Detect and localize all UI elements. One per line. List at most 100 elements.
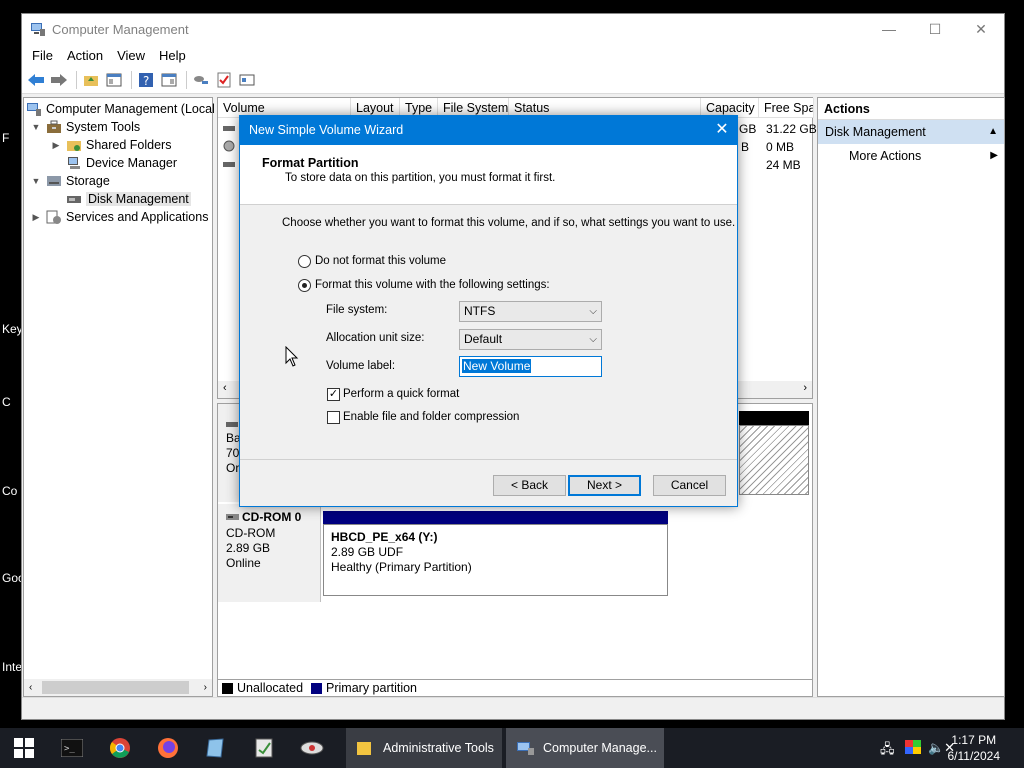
format-label[interactable]: Format this volume with the following se… [315,279,550,291]
file-system-value: NTFS [464,304,496,318]
help-icon[interactable]: ? [136,70,156,90]
svg-text:?: ? [143,74,149,88]
chrome-icon[interactable] [96,728,144,768]
next-button[interactable]: Next > [568,475,641,496]
scroll-right-icon[interactable]: › [803,382,807,394]
back-arrow-icon[interactable] [26,70,46,90]
tree-item-system-tools[interactable]: ▼ System Tools [30,118,141,136]
chevron-down-icon[interactable]: ▼ [30,176,42,186]
menu-view[interactable]: View [110,48,152,63]
format-radio[interactable] [298,279,311,292]
chevron-right-icon[interactable]: ▶ [50,140,62,151]
chevron-down-icon: ⌵ [589,306,597,317]
taskbar-app-computer-management[interactable]: Computer Manage... [506,728,664,768]
command-prompt-icon[interactable]: >_ [48,728,96,768]
tree-label: Device Manager [86,156,178,170]
dialog-title-bar[interactable]: New Simple Volume Wizard ✕ [240,116,737,145]
taskbar-app-administrative-tools[interactable]: Administrative Tools [346,728,502,768]
status-bar [22,697,1004,719]
back-button[interactable]: < Back [493,475,566,496]
properties-icon[interactable] [159,70,179,90]
cancel-button[interactable]: Cancel [653,475,726,496]
capacity-cell: B [741,140,750,154]
chevron-down-icon[interactable]: ▼ [30,122,42,132]
system-clock[interactable]: 1:17 PM 6/11/2024 [948,732,1001,764]
cdrom-partition[interactable]: HBCD_PE_x64 (Y:) 2.89 GB UDF Healthy (Pr… [323,524,668,596]
tree-horizontal-scrollbar[interactable]: ‹ › [24,679,212,696]
unallocated-region[interactable] [739,425,809,495]
volume-label-input[interactable]: New Volume [459,356,602,377]
compression-checkbox[interactable] [327,411,340,424]
up-folder-icon[interactable] [81,70,101,90]
submenu-arrow-icon: ▶ [990,150,998,161]
cdrom-type: CD-ROM [226,526,276,540]
scroll-right-icon[interactable]: › [204,682,207,693]
clock-date: 6/11/2024 [947,749,1001,763]
app-label: Computer Manage... [543,741,657,755]
more-actions[interactable]: More Actions ▶ [818,144,1004,168]
free-space-cell: 31.22 GB [766,122,817,136]
tree-item-root[interactable]: Computer Management (Local [26,100,215,118]
scroll-left-icon[interactable]: ‹ [223,382,227,394]
tree-item-storage[interactable]: ▼ Storage [30,172,110,190]
task-list-icon[interactable] [240,728,288,768]
display-tray-icon[interactable] [905,740,921,757]
tree-item-services[interactable]: ▶ Services and Applications [30,208,208,226]
volume-drive-icon [223,122,235,136]
tree-label: Disk Management [86,192,191,206]
volume-label-value: New Volume [462,359,532,373]
primary-partition-bar [323,511,668,524]
dialog-body: Choose whether you want to format this v… [240,205,737,460]
menu-help[interactable]: Help [152,48,193,63]
file-system-dropdown[interactable]: NTFS ⌵ [459,301,602,322]
partition-status: Healthy (Primary Partition) [331,560,472,574]
close-button[interactable]: ✕ [958,14,1004,44]
forward-arrow-icon[interactable] [49,70,69,90]
svg-text:>_: >_ [64,744,75,754]
actions-section-disk-management[interactable]: Disk Management ▲ [818,120,1004,144]
tree-item-device-manager[interactable]: Device Manager [50,154,177,172]
maximize-button[interactable]: ☐ [912,14,958,44]
network-tray-icon[interactable]: 🖧 [880,740,895,762]
partition-size: 2.89 GB UDF [331,545,404,559]
allocation-size-dropdown[interactable]: Default ⌵ [459,329,602,350]
storage-icon [46,173,62,189]
minimize-button[interactable]: — [866,14,912,44]
disk0-icon [226,418,238,432]
network-tool-icon[interactable] [288,728,336,768]
tree-item-disk-management[interactable]: Disk Management [50,190,191,208]
cdrom-label[interactable]: CD-ROM 0 CD-ROM 2.89 GB Online [218,504,321,602]
notebook-icon[interactable] [192,728,240,768]
device-manager-icon [66,155,82,171]
chevron-right-icon[interactable]: ▶ [30,212,42,223]
wizard-step-subtitle: To store data on this partition, you mus… [285,172,556,184]
menu-file[interactable]: File [25,48,60,63]
dialog-close-button[interactable]: ✕ [707,116,737,145]
scroll-left-icon[interactable]: ‹ [29,682,32,693]
free-space-cell: 24 MB [766,158,801,172]
clock-time: 1:17 PM [951,733,997,747]
firefox-icon[interactable] [144,728,192,768]
console-tree-icon[interactable] [104,70,124,90]
scrollbar-thumb[interactable] [42,681,189,694]
desktop-label: Key [2,322,23,336]
col-free-space[interactable]: Free Spa [759,98,814,118]
no-format-radio[interactable] [298,255,311,268]
checklist-icon[interactable] [214,70,234,90]
title-bar[interactable]: Computer Management — ☐ ✕ [22,14,1004,44]
tree-item-shared-folders[interactable]: ▶ Shared Folders [50,136,172,154]
compression-label[interactable]: Enable file and folder compression [343,411,519,423]
window-list-icon[interactable] [237,70,257,90]
start-windows-icon[interactable] [0,728,48,768]
tree-label: Shared Folders [86,138,172,152]
menu-action[interactable]: Action [60,48,110,63]
unallocated-swatch [222,682,233,694]
quick-format-label[interactable]: Perform a quick format [343,388,459,400]
quick-format-checkbox[interactable]: ✓ [327,388,340,401]
legend-unallocated: Unallocated [237,681,304,695]
section-label: Disk Management [825,125,926,139]
no-format-label[interactable]: Do not format this volume [315,255,446,267]
toolbox-icon [46,119,62,135]
collapse-up-icon[interactable]: ▲ [988,120,998,144]
connect-icon[interactable] [191,70,211,90]
